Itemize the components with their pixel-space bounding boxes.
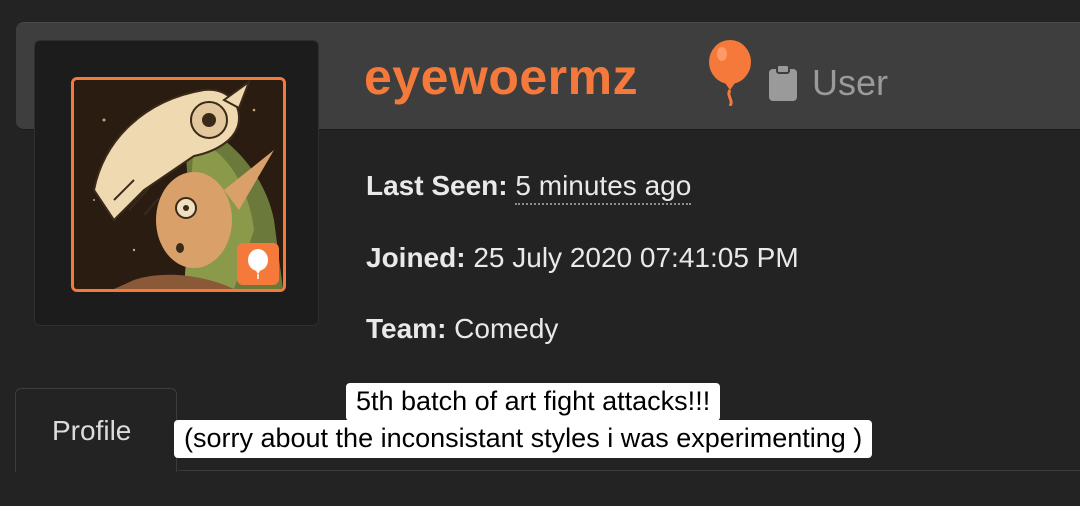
role-label: User bbox=[812, 62, 889, 103]
team-label: Team: bbox=[366, 313, 447, 344]
balloon-icon bbox=[709, 40, 751, 106]
avatar[interactable] bbox=[71, 77, 286, 292]
last-seen-value[interactable]: 5 minutes ago bbox=[515, 170, 692, 205]
last-seen-label: Last Seen: bbox=[366, 170, 508, 201]
last-seen-row: Last Seen: 5 minutes ago bbox=[366, 170, 692, 205]
caption-line-2: (sorry about the inconsistant styles i w… bbox=[174, 420, 873, 458]
team-row: Team: Comedy bbox=[366, 313, 558, 345]
joined-label: Joined: bbox=[366, 242, 466, 273]
clipboard-icon bbox=[769, 64, 797, 101]
joined-value: 25 July 2020 07:41:05 PM bbox=[473, 242, 799, 273]
balloon-icon bbox=[248, 249, 268, 279]
tab-bar-divider bbox=[178, 470, 1080, 471]
tab-profile[interactable]: Profile bbox=[15, 388, 177, 472]
tab-profile-label: Profile bbox=[52, 415, 132, 446]
team-value: Comedy bbox=[454, 313, 559, 344]
username: eyewoermz bbox=[364, 49, 639, 105]
avatar-card bbox=[34, 40, 319, 326]
caption-line-1: 5th batch of art fight attacks!!! bbox=[346, 383, 721, 421]
avatar-badge bbox=[237, 243, 279, 285]
joined-row: Joined: 25 July 2020 07:41:05 PM bbox=[366, 242, 799, 274]
